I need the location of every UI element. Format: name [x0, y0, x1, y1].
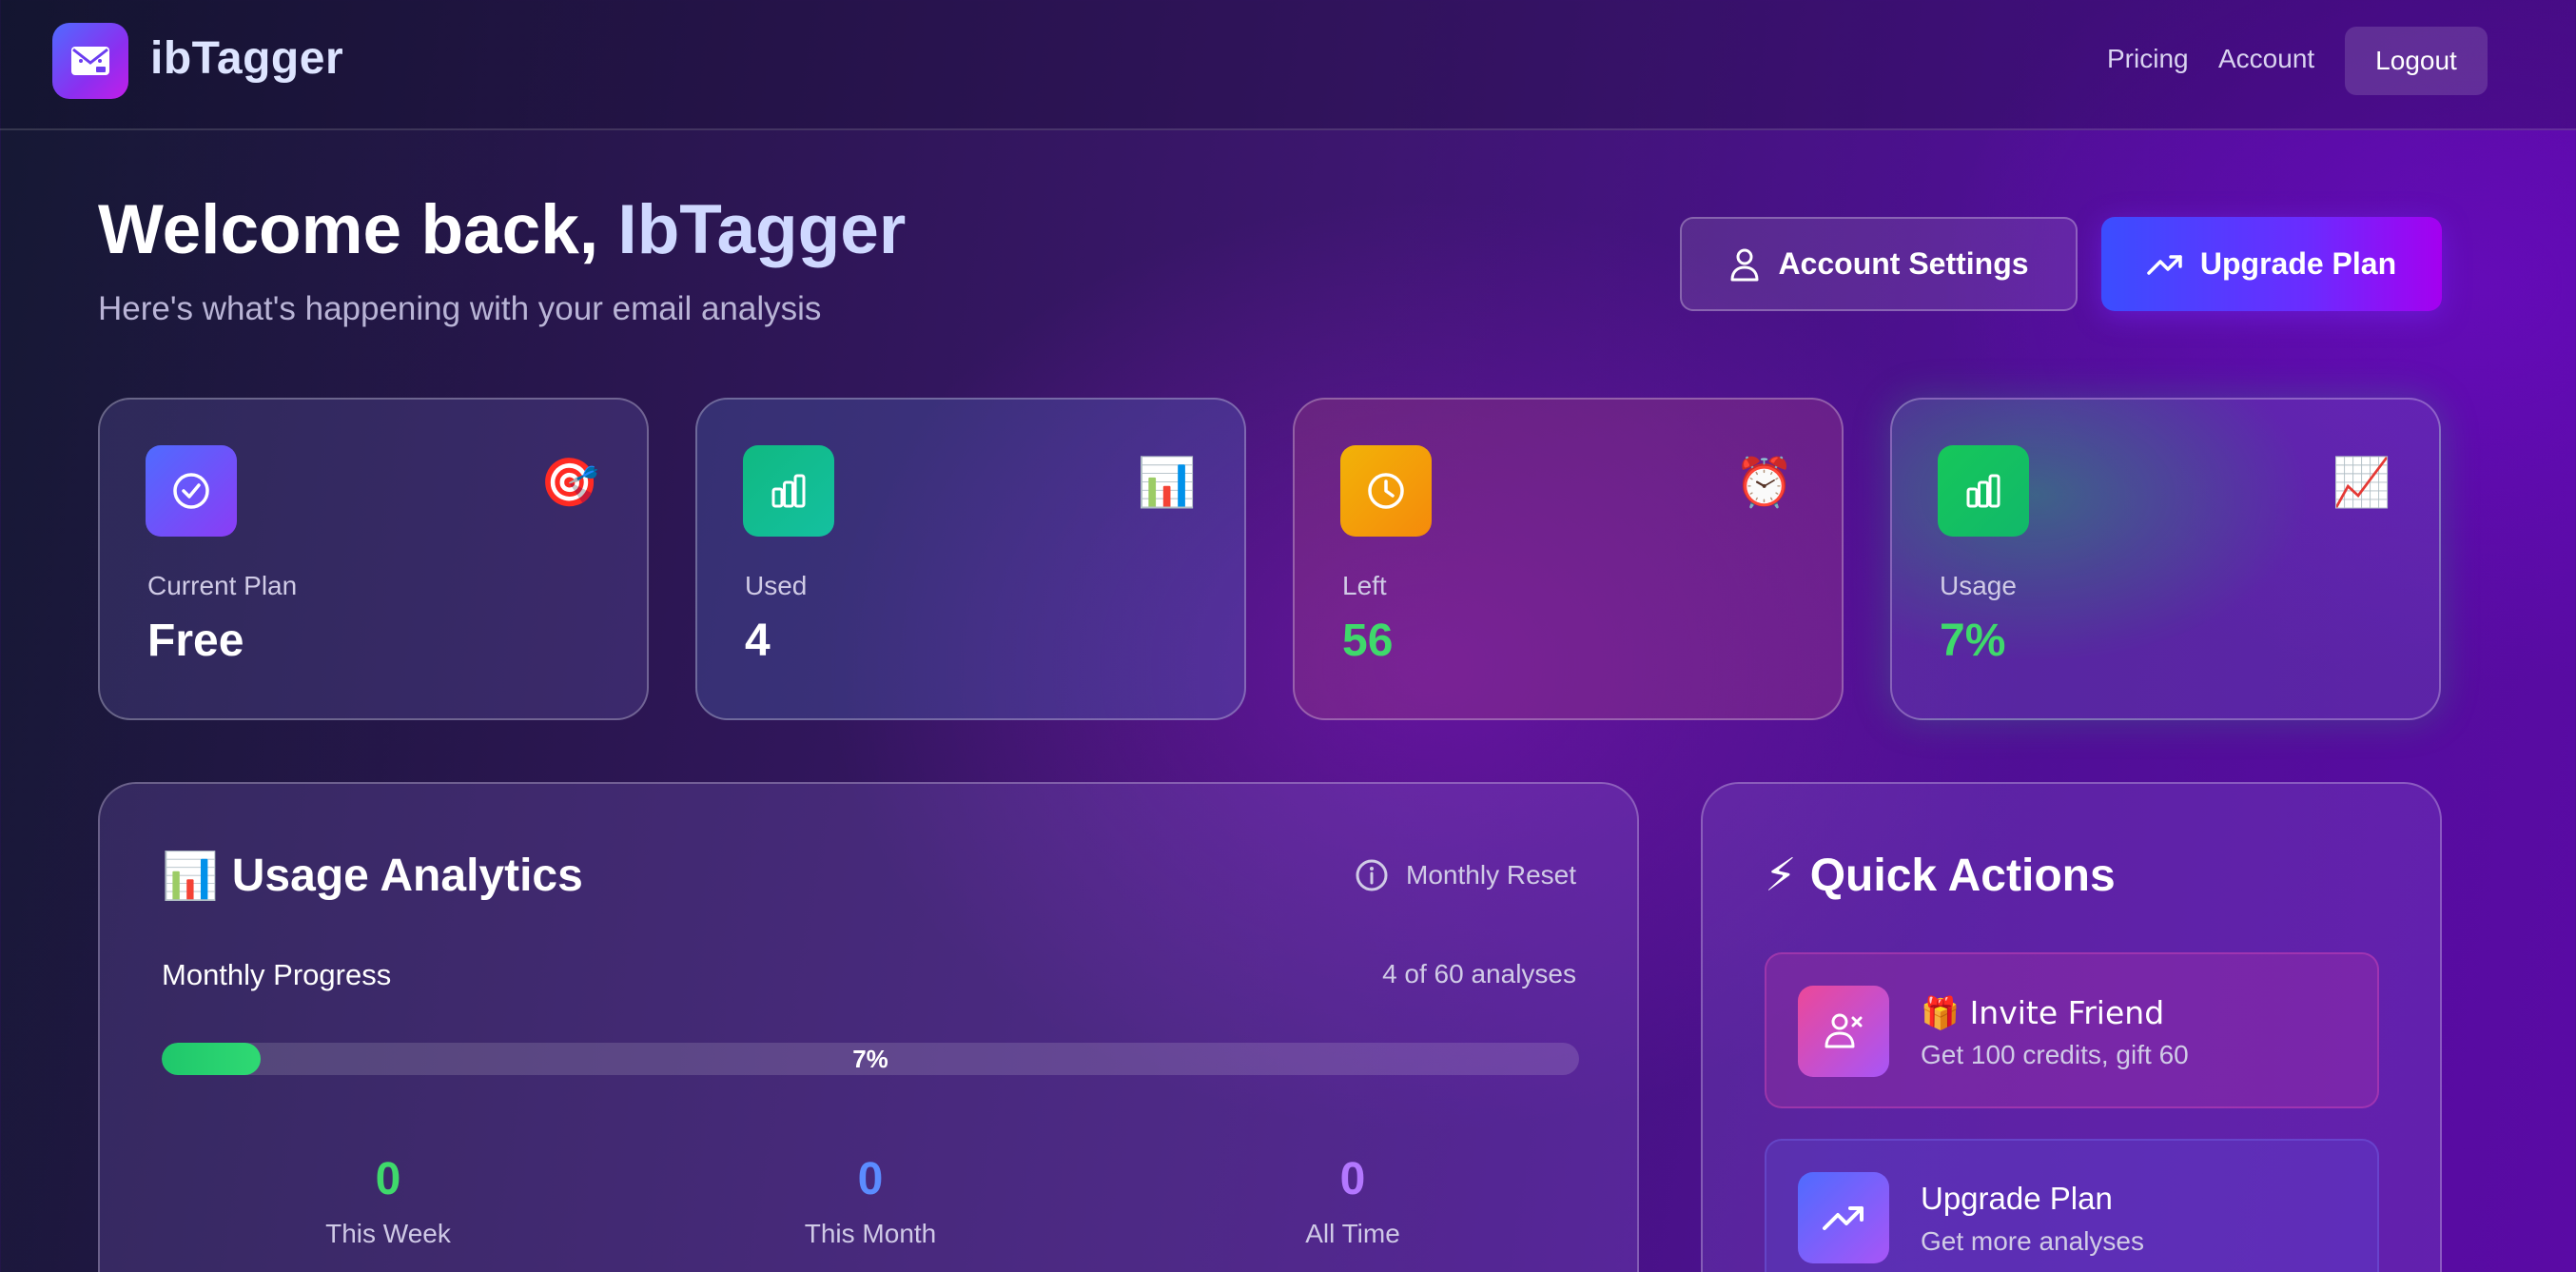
account-settings-label: Account Settings: [1778, 246, 2029, 281]
app-logo[interactable]: [52, 23, 128, 99]
stat-value: Free: [147, 616, 244, 666]
alarm-clock-icon: ⏰: [1734, 455, 1794, 510]
check-circle-icon: [146, 445, 237, 537]
invite-friend-subtitle: Get 100 credits, gift 60: [1921, 1040, 2189, 1069]
all-time-label: All Time: [1305, 1219, 1400, 1248]
mail-tag-icon: [71, 47, 109, 75]
monthly-progress-label: Monthly Progress: [162, 958, 392, 991]
quick-actions-heading: Quick Actions: [1809, 850, 2116, 901]
user-icon: [1730, 248, 1759, 281]
welcome-subtitle: Here's what's happening with your email …: [98, 290, 822, 327]
stat-card-current-plan: 🎯 Current Plan Free: [98, 398, 649, 720]
bar-chart-emoji-icon: 📊: [162, 850, 219, 903]
trending-up-icon: [1798, 1172, 1889, 1263]
stat-card-left: ⏰ Left 56: [1293, 398, 1844, 720]
upgrade-plan-action-title: Upgrade Plan: [1921, 1181, 2113, 1216]
bar-chart-icon: [743, 445, 834, 537]
stat-value: 56: [1342, 616, 1394, 666]
stat-all-time: 0 All Time: [1210, 1153, 1495, 1249]
account-settings-button[interactable]: Account Settings: [1680, 217, 2078, 311]
chart-emoji-icon: 📊: [1137, 455, 1197, 510]
progress-percent-text: 7%: [852, 1044, 888, 1073]
upgrade-plan-action[interactable]: Upgrade Plan Get more analyses: [1765, 1139, 2379, 1272]
stat-value: 7%: [1940, 616, 2006, 666]
this-month-value: 0: [857, 1154, 884, 1204]
stat-card-used: 📊 Used 4: [695, 398, 1246, 720]
lightning-icon: ⚡: [1765, 849, 1797, 902]
stat-label: Usage: [1940, 571, 2017, 600]
monthly-progress-bar: 7%: [162, 1043, 1579, 1075]
usage-analytics-heading: Usage Analytics: [231, 851, 583, 901]
trending-up-icon: [2147, 254, 2182, 275]
stat-label: Left: [1342, 571, 1387, 600]
trending-chart-icon: 📈: [2332, 455, 2391, 510]
this-week-label: This Week: [325, 1219, 451, 1248]
stat-card-usage: 📈 Usage 7%: [1890, 398, 2441, 720]
upgrade-plan-label: Upgrade Plan: [2199, 246, 2397, 281]
bar-chart-icon: [1938, 445, 2029, 537]
invite-friend-title: 🎁 Invite Friend: [1921, 994, 2165, 1031]
clock-icon: [1340, 445, 1432, 537]
this-week-value: 0: [375, 1154, 401, 1204]
all-time-value: 0: [1339, 1154, 1366, 1204]
brand-name: ibTagger: [150, 33, 344, 84]
stat-this-week: 0 This Week: [245, 1153, 531, 1249]
info-icon: [1356, 859, 1388, 891]
this-month-label: This Month: [804, 1219, 937, 1248]
target-icon: 🎯: [539, 455, 599, 510]
logout-button[interactable]: Logout: [2345, 27, 2488, 95]
welcome-prefix: Welcome back,: [98, 191, 618, 268]
welcome-heading: Welcome back, IbTagger: [98, 190, 906, 269]
quick-actions-panel: ⚡ Quick Actions 🎁 Invite Friend Get 100 …: [1701, 782, 2442, 1272]
quick-actions-title: ⚡ Quick Actions: [1765, 849, 2116, 902]
usage-analytics-panel: 📊 Usage Analytics Monthly Reset Monthly …: [98, 782, 1639, 1272]
stat-this-month: 0 This Month: [728, 1153, 1013, 1249]
upgrade-plan-button[interactable]: Upgrade Plan: [2101, 217, 2442, 311]
user-plus-icon: [1798, 986, 1889, 1077]
stat-value: 4: [745, 616, 771, 666]
top-nav-bar: ibTagger Pricing Account Logout: [0, 0, 2576, 130]
nav-pricing-link[interactable]: Pricing: [2107, 44, 2189, 74]
upgrade-plan-action-subtitle: Get more analyses: [1921, 1226, 2144, 1256]
invite-friend-action[interactable]: 🎁 Invite Friend Get 100 credits, gift 60: [1765, 952, 2379, 1108]
stat-label: Current Plan: [147, 571, 298, 600]
nav-account-link[interactable]: Account: [2218, 44, 2314, 74]
monthly-reset-label: Monthly Reset: [1406, 860, 1576, 890]
welcome-username: IbTagger: [617, 191, 907, 268]
monthly-reset-info[interactable]: Monthly Reset: [1355, 858, 1576, 892]
monthly-progress-count: 4 of 60 analyses: [1382, 959, 1576, 988]
stat-label: Used: [745, 571, 808, 600]
usage-analytics-title: 📊 Usage Analytics: [162, 849, 583, 903]
